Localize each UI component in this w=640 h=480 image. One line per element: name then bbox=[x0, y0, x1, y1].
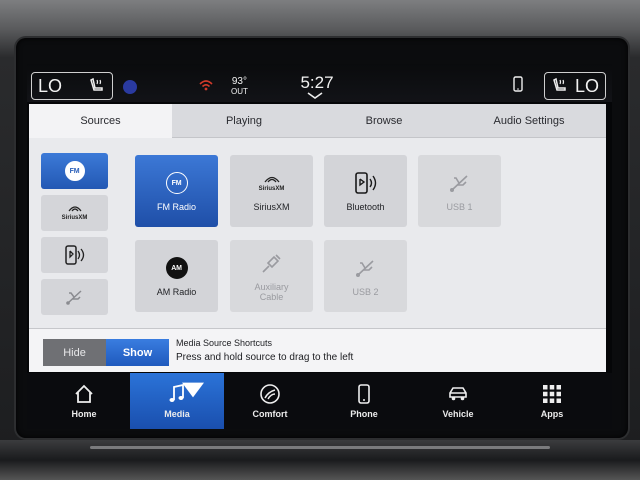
siriusxm-logo-text: SiriusXM bbox=[61, 215, 88, 221]
dashboard-trim bbox=[0, 440, 640, 480]
show-shortcuts-button[interactable]: Show bbox=[106, 339, 169, 366]
nav-home[interactable]: Home bbox=[37, 373, 131, 429]
outside-temperature: 93° OUT bbox=[231, 77, 248, 97]
source-auxiliary-cable[interactable]: Auxiliary Cable bbox=[230, 240, 313, 312]
infotainment-screen: LO 93° OUT 5:27 LO Sources Playing Brows… bbox=[27, 64, 612, 429]
source-label: USB 1 bbox=[446, 202, 473, 212]
clock[interactable]: 5:27 bbox=[297, 73, 337, 93]
shortcuts-hint-title: Media Source Shortcuts bbox=[176, 338, 273, 348]
outside-temp-label: OUT bbox=[231, 87, 248, 96]
nav-label: Phone bbox=[350, 409, 378, 419]
phone-connected-icon bbox=[513, 76, 523, 92]
shortcut-siriusxm[interactable]: SiriusXM bbox=[41, 195, 108, 231]
bluetooth-phone-icon bbox=[354, 172, 376, 194]
nav-phone[interactable]: Phone bbox=[317, 373, 411, 429]
source-label-line1: Auxiliary bbox=[254, 282, 289, 292]
tab-audio-settings[interactable]: Audio Settings bbox=[459, 104, 599, 138]
nav-vehicle[interactable]: Vehicle bbox=[411, 373, 505, 429]
bottom-nav: Home Media Comfort Phone Vehicle Apps bbox=[27, 373, 612, 429]
phone-icon bbox=[358, 384, 370, 404]
shortcut-usb[interactable] bbox=[41, 279, 108, 315]
car-icon bbox=[449, 387, 467, 401]
source-am-radio[interactable]: AM AM Radio bbox=[135, 240, 218, 312]
source-usb-1[interactable]: USB 1 bbox=[418, 155, 501, 227]
status-indicator-icon bbox=[123, 80, 137, 94]
apps-grid-icon bbox=[543, 385, 561, 403]
media-panel: Sources Playing Browse Audio Settings FM… bbox=[29, 104, 606, 372]
bluetooth-phone-icon bbox=[64, 245, 84, 265]
wifi-icon bbox=[199, 80, 213, 91]
driver-climate-button[interactable]: LO bbox=[31, 72, 113, 100]
nav-label: Comfort bbox=[252, 409, 288, 419]
am-icon: AM bbox=[165, 257, 188, 279]
tab-browse[interactable]: Browse bbox=[319, 104, 449, 138]
tab-sources[interactable]: Sources bbox=[29, 104, 172, 138]
source-label: Bluetooth bbox=[346, 202, 385, 212]
tab-playing[interactable]: Playing bbox=[179, 104, 309, 138]
nav-media[interactable]: Media bbox=[130, 373, 224, 429]
source-label: AM Radio bbox=[156, 287, 197, 297]
aux-cable-icon bbox=[261, 254, 281, 273]
shortcut-bluetooth[interactable] bbox=[41, 237, 108, 273]
source-label: FM Radio bbox=[156, 202, 196, 212]
hide-shortcuts-button[interactable]: Hide bbox=[43, 339, 106, 366]
nav-label: Home bbox=[71, 409, 97, 419]
siriusxm-icon: SiriusXM bbox=[61, 204, 88, 222]
media-tabs: Sources Playing Browse Audio Settings bbox=[29, 104, 606, 138]
shortcuts-footer: Hide Show Media Source Shortcuts Press a… bbox=[29, 328, 606, 372]
source-bluetooth[interactable]: Bluetooth bbox=[324, 155, 407, 227]
nav-label: Media bbox=[164, 409, 190, 419]
fm-icon: FM bbox=[64, 161, 85, 181]
passenger-climate-button[interactable]: LO bbox=[544, 72, 606, 100]
chevron-down-icon[interactable] bbox=[306, 92, 324, 100]
heated-seat-icon bbox=[553, 77, 566, 91]
shortcuts-hint-text: Press and hold source to drag to the lef… bbox=[176, 352, 354, 363]
status-bar: LO 93° OUT 5:27 LO bbox=[27, 64, 612, 102]
source-usb-2[interactable]: USB 2 bbox=[324, 240, 407, 312]
outside-temp-value: 93° bbox=[231, 76, 247, 87]
usb-icon bbox=[449, 175, 468, 192]
fm-icon: FM bbox=[165, 172, 188, 194]
nav-comfort[interactable]: Comfort bbox=[223, 373, 317, 429]
nav-apps[interactable]: Apps bbox=[505, 373, 599, 429]
siriusxm-icon: SiriusXM bbox=[258, 174, 285, 193]
source-label-line2: Cable bbox=[259, 292, 284, 302]
source-label: SiriusXM bbox=[253, 202, 290, 212]
nav-label: Vehicle bbox=[442, 409, 474, 419]
shortcut-fm[interactable]: FM bbox=[41, 153, 108, 189]
driver-temp-label: LO bbox=[38, 75, 63, 96]
home-icon bbox=[75, 384, 93, 403]
source-siriusxm[interactable]: SiriusXM SiriusXM bbox=[230, 155, 313, 227]
source-label: USB 2 bbox=[352, 287, 379, 297]
usb-icon bbox=[65, 290, 82, 305]
heated-seat-icon bbox=[90, 77, 103, 91]
caret-down-icon bbox=[182, 382, 204, 398]
passenger-temp-label: LO bbox=[574, 75, 599, 96]
nav-label: Apps bbox=[540, 409, 564, 419]
steering-wheel-icon bbox=[260, 384, 280, 404]
source-label: Auxiliary Cable bbox=[254, 282, 288, 302]
source-fm-radio[interactable]: FM FM Radio bbox=[135, 155, 218, 227]
siriusxm-logo-text: SiriusXM bbox=[258, 185, 285, 192]
usb-icon bbox=[355, 260, 374, 277]
